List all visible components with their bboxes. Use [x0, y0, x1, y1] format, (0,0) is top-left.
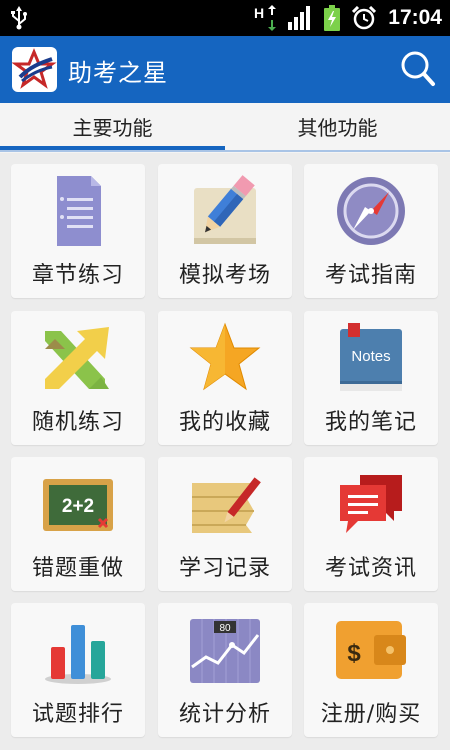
shuffle-arrows-icon	[45, 327, 109, 389]
chalkboard-icon: 2+2	[43, 479, 113, 531]
tile-register-purchase[interactable]: $ 注册/购买	[304, 603, 438, 737]
tile-study-record[interactable]: 学习记录	[158, 457, 292, 591]
tile-chapter-practice[interactable]: 章节练习	[11, 164, 145, 298]
tile-my-favorites[interactable]: 我的收藏	[158, 311, 292, 445]
tile-label: 随机练习	[31, 410, 124, 435]
svg-text:2+2: 2+2	[62, 496, 94, 517]
tile-label: 我的笔记	[324, 410, 417, 435]
star-icon	[189, 322, 261, 391]
usb-icon	[11, 6, 27, 30]
notes-book-icon: Notes	[340, 323, 402, 391]
tile-label: 我的收藏	[178, 410, 271, 435]
tile-exam-guide[interactable]: 考试指南	[304, 164, 438, 298]
app-bar: 助考之星	[0, 36, 450, 103]
tile-label: 注册/购买	[320, 702, 422, 727]
tab-other-functions[interactable]: 其他功能	[225, 103, 450, 153]
app-title: 助考之星	[68, 59, 168, 87]
status-bar: H 17:04	[0, 0, 450, 36]
svg-text:H: H	[254, 5, 264, 21]
record-paper-icon	[192, 477, 261, 533]
svg-text:Notes: Notes	[351, 348, 390, 365]
tile-label: 考试资讯	[324, 556, 417, 581]
tile-question-ranking[interactable]: 试题排行	[11, 603, 145, 737]
star-logo-icon	[11, 48, 57, 89]
tile-label: 章节练习	[31, 263, 124, 288]
chat-bubbles-icon	[340, 475, 402, 533]
network-h-icon: H	[254, 5, 277, 31]
wallet-icon: $	[336, 621, 406, 679]
tile-random-practice[interactable]: 随机练习	[11, 311, 145, 445]
compass-icon	[337, 177, 405, 245]
clock-time: 17:04	[388, 6, 442, 29]
chapter-doc-icon	[57, 176, 101, 246]
tile-label: 模拟考场	[178, 263, 271, 288]
tile-label: 错题重做	[31, 556, 124, 581]
tile-label: 考试指南	[324, 263, 417, 288]
tile-label: 学习记录	[178, 556, 271, 581]
svg-text:80: 80	[219, 623, 231, 634]
alarm-icon	[352, 6, 377, 30]
app-logo	[11, 47, 57, 92]
tile-exam-news[interactable]: 考试资讯	[304, 457, 438, 591]
tile-redo-wrong[interactable]: 2+2 错题重做	[11, 457, 145, 591]
line-chart-icon: 80	[190, 619, 260, 683]
tab-divider	[0, 150, 450, 152]
bar-chart-icon	[45, 625, 111, 684]
svg-text:$: $	[347, 640, 361, 667]
signal-icon	[288, 6, 311, 30]
tile-label: 统计分析	[178, 702, 271, 727]
battery-charging-icon	[324, 5, 341, 31]
tile-mock-exam[interactable]: 模拟考场	[158, 164, 292, 298]
tile-my-notes[interactable]: Notes 我的笔记	[304, 311, 438, 445]
search-icon[interactable]	[400, 50, 436, 88]
tile-statistics[interactable]: 80 统计分析	[158, 603, 292, 737]
tile-label: 试题排行	[31, 702, 124, 727]
pencil-paper-icon	[194, 175, 256, 244]
